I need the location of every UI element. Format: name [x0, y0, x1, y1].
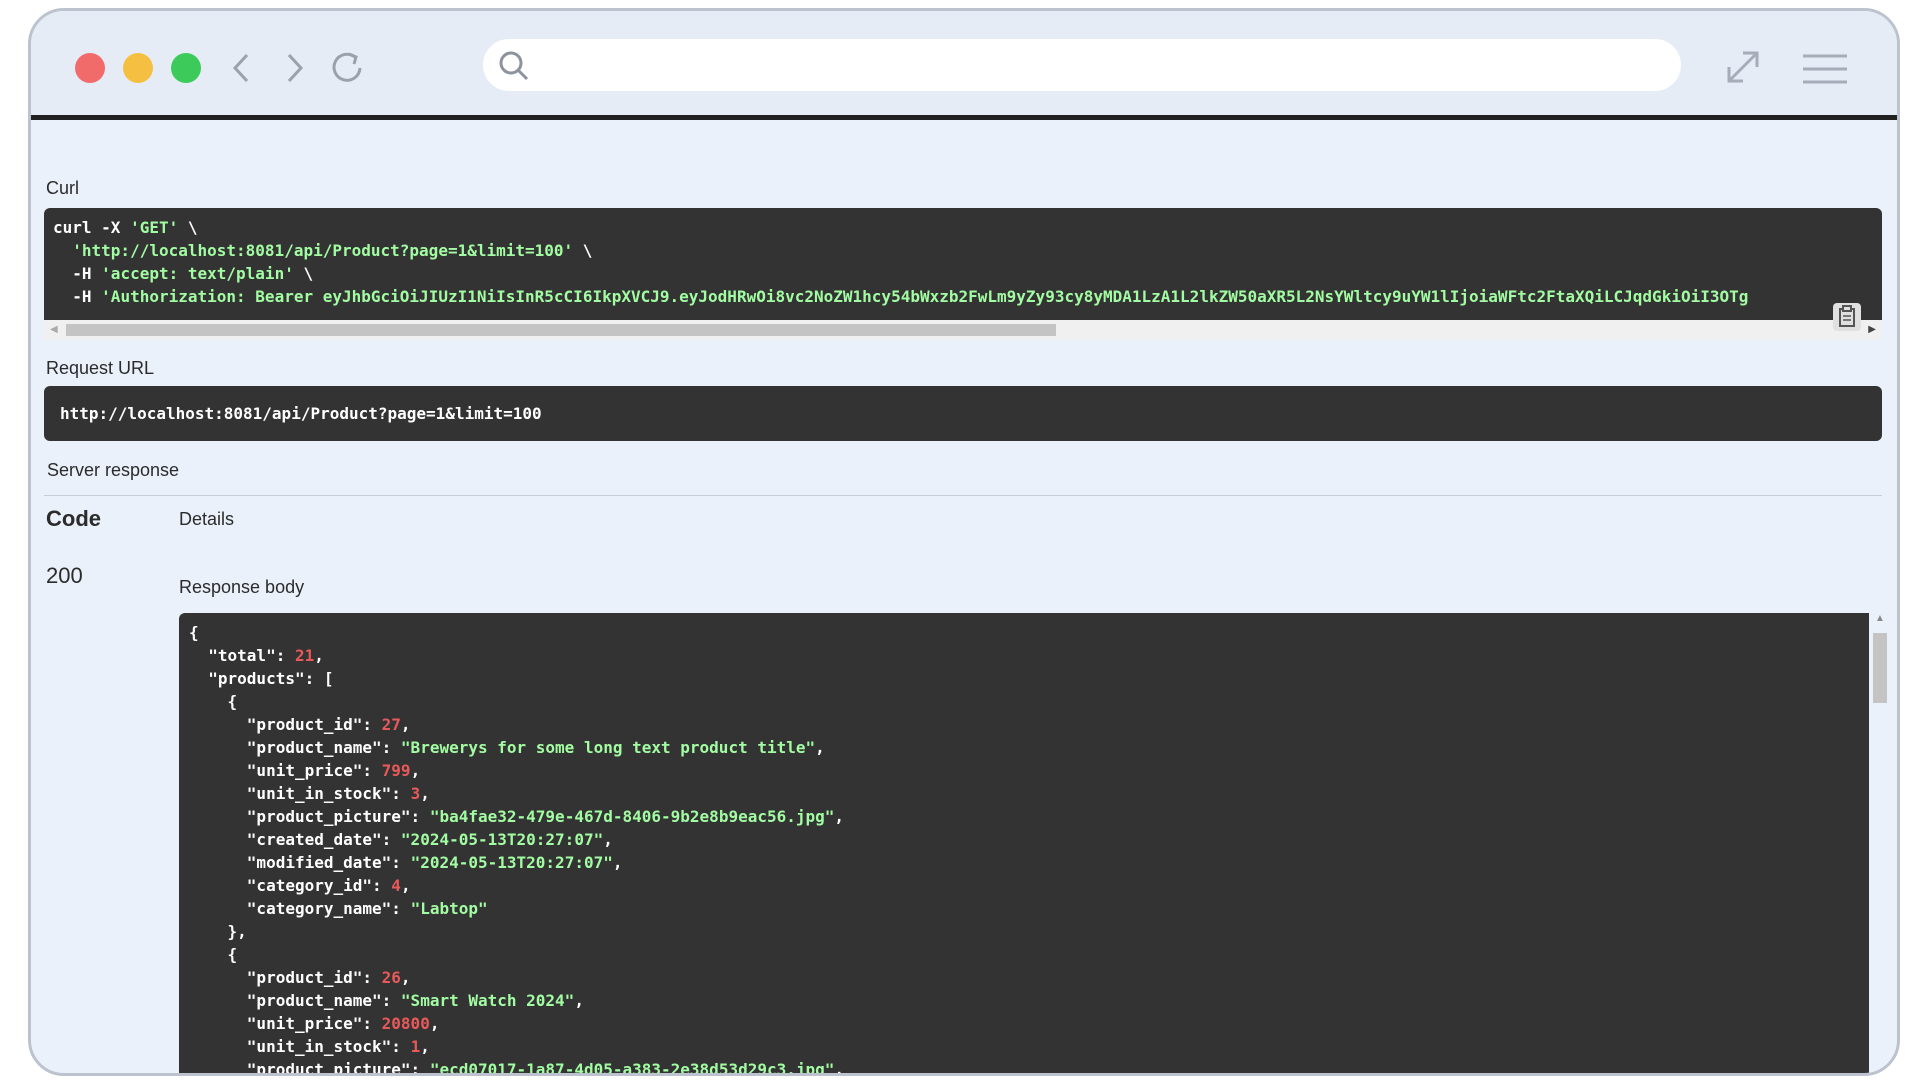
browser-toolbar	[31, 11, 1897, 120]
forward-button[interactable]	[271, 45, 317, 91]
line-continuation: \	[293, 264, 314, 283]
reload-button[interactable]	[325, 45, 371, 91]
unit-in-stock-value: 3	[410, 784, 421, 803]
browser-window: Curl curl -X 'GET' \ 'http://localhost:8…	[28, 8, 1900, 1076]
response-body-block[interactable]: { "total": 21, "products": [ { "product_…	[179, 613, 1869, 1076]
product-name-value: "Smart Watch 2024"	[400, 991, 575, 1010]
expand-icon[interactable]	[1723, 47, 1763, 87]
line-continuation: \	[573, 241, 593, 260]
modified-date-value: "2024-05-13T20:27:07"	[410, 853, 613, 872]
curl-header-authorization: 'Authorization: Bearer eyJhbGciOiJIUzI1N…	[101, 287, 1749, 306]
scroll-up-icon[interactable]: ▲	[1875, 613, 1885, 624]
created-date-value: "2024-05-13T20:27:07"	[400, 830, 604, 849]
curl-url: 'http://localhost:8081/api/Product?page=…	[72, 241, 574, 260]
curl-line-3: -H 'accept: text/plain' \	[53, 262, 1748, 285]
scrollbar-thumb[interactable]	[66, 324, 1056, 336]
curl-command: curl -X	[53, 218, 131, 237]
product-picture-value: "ba4fae32-479e-467d-8406-9b2e8b9eac56.jp…	[429, 807, 835, 826]
product-id-value: 27	[381, 715, 401, 734]
response-body-label: Response body	[179, 577, 305, 597]
curl-line-4: -H 'Authorization: Bearer eyJhbGciOiJIUz…	[53, 285, 1748, 308]
status-code: 200	[46, 563, 83, 588]
chevron-left-icon	[232, 53, 249, 83]
curl-method: 'GET'	[130, 218, 179, 237]
address-input[interactable]	[543, 47, 1667, 85]
scroll-right-icon[interactable]: ▶	[1868, 324, 1876, 335]
chevron-right-icon	[287, 53, 304, 83]
curl-label: Curl	[46, 178, 80, 198]
curl-horizontal-scrollbar[interactable]: ◀ ▶	[44, 320, 1882, 340]
total-value: 21	[294, 646, 315, 665]
curl-header-accept: 'accept: text/plain'	[101, 264, 294, 283]
copy-to-clipboard-button[interactable]	[1833, 303, 1861, 331]
product-picture-value: "ecd07017-1a87-4d05-a383-2e38d53d29c3.jp…	[429, 1060, 835, 1076]
request-url-value: http://localhost:8081/api/Product?page=1…	[60, 404, 542, 423]
scroll-left-icon[interactable]: ◀	[50, 324, 58, 335]
unit-price-value: 799	[381, 761, 411, 780]
request-url-block[interactable]: http://localhost:8081/api/Product?page=1…	[44, 386, 1882, 441]
unit-in-stock-value: 1	[410, 1037, 421, 1056]
category-name-value: "Labtop"	[410, 899, 488, 918]
menu-icon[interactable]	[1803, 53, 1847, 85]
curl-line-1: curl -X 'GET' \	[53, 216, 1748, 239]
unit-price-value: 20800	[381, 1014, 430, 1033]
curl-line-2: 'http://localhost:8081/api/Product?page=…	[53, 239, 1748, 262]
search-icon	[499, 51, 529, 81]
category-id-value: 4	[391, 876, 401, 895]
line-continuation: \	[178, 218, 198, 237]
curl-code-block[interactable]: curl -X 'GET' \ 'http://localhost:8081/a…	[44, 208, 1882, 335]
product-name-value: "Brewerys for some long text product tit…	[400, 738, 816, 757]
clipboard-icon	[1839, 305, 1855, 327]
response-vertical-scrollbar[interactable]: ▲	[1869, 613, 1891, 1073]
swagger-response-panel: Curl curl -X 'GET' \ 'http://localhost:8…	[31, 120, 1897, 1073]
json-content: { "total": 21, "products": [ { "product_…	[189, 621, 844, 1076]
address-bar[interactable]	[483, 39, 1681, 91]
minimize-window-button[interactable]	[123, 53, 153, 83]
details-column-header: Details	[179, 509, 235, 529]
close-window-button[interactable]	[75, 53, 105, 83]
request-url-label: Request URL	[46, 358, 155, 378]
scrollbar-thumb[interactable]	[1873, 633, 1887, 703]
maximize-window-button[interactable]	[171, 53, 201, 83]
product-id-value: 26	[381, 968, 401, 987]
back-button[interactable]	[219, 45, 265, 91]
server-response-label: Server response	[47, 460, 180, 480]
table-divider	[44, 495, 1882, 496]
code-column-header: Code	[46, 506, 101, 531]
reload-icon	[332, 52, 362, 82]
curl-flag: -H	[53, 264, 102, 283]
curl-flag: -H	[53, 287, 102, 306]
